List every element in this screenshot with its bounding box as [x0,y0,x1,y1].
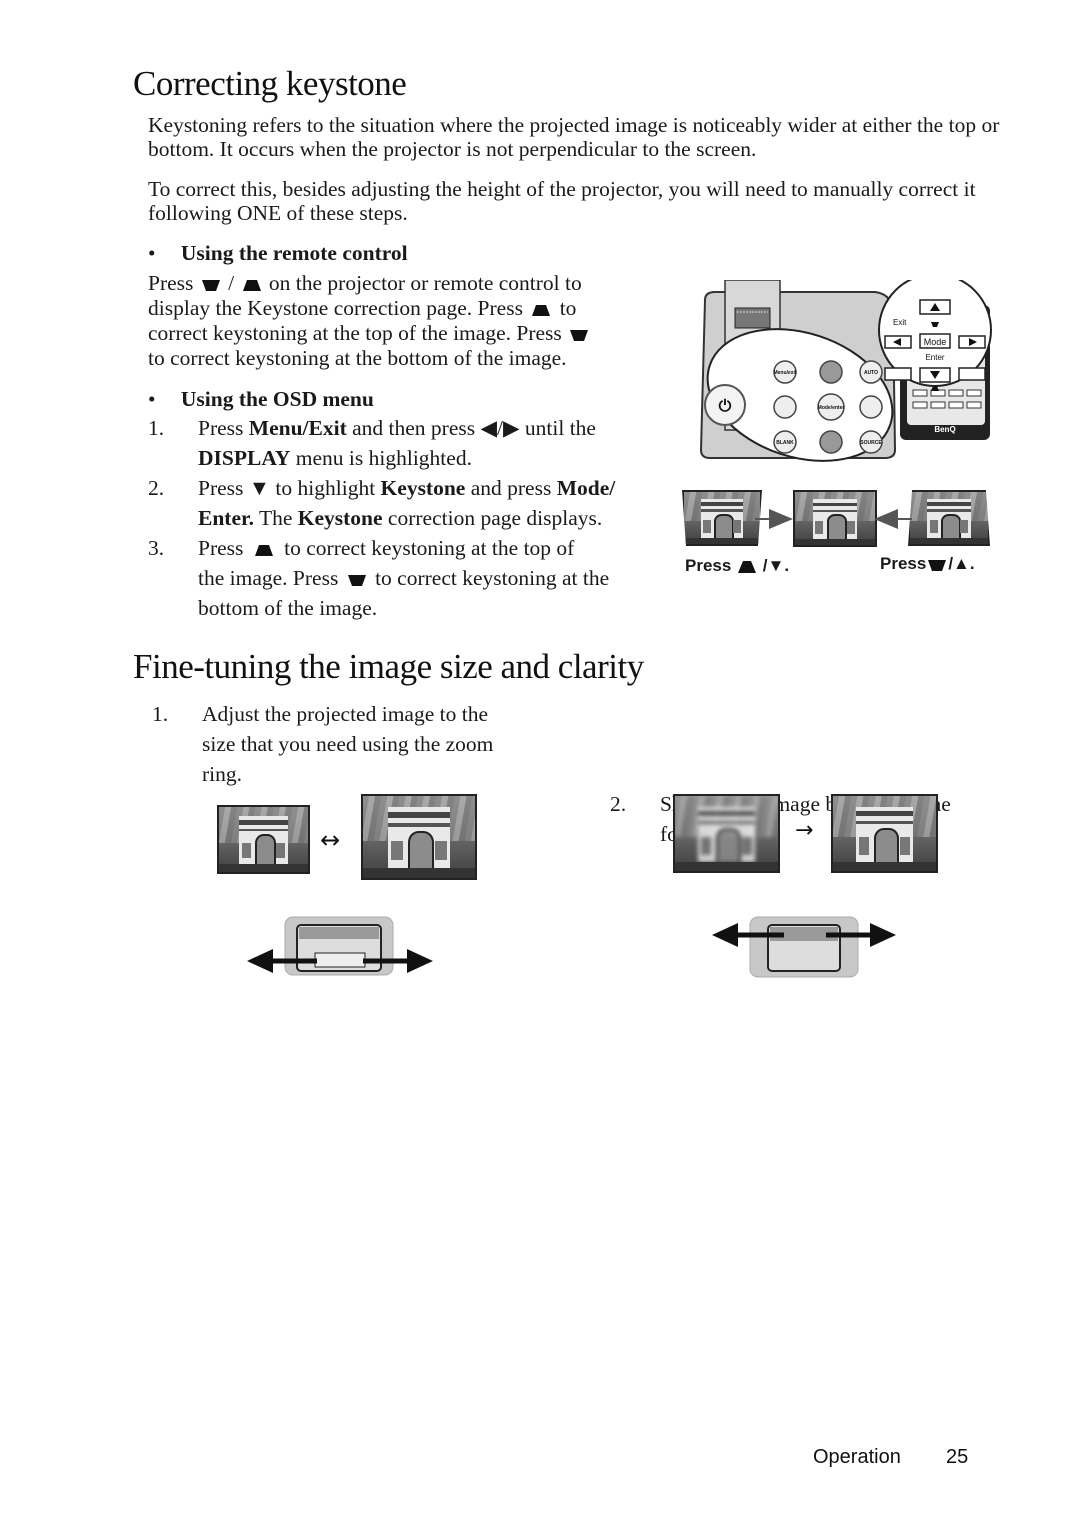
bullet: • [148,387,156,411]
text: and then press ◀/▶ until the [346,416,596,440]
text: display the Keystone correction page. Pr… [148,296,523,320]
bullet: • [148,241,156,265]
menu-exit-key: Menu/Exit [248,416,347,440]
keystone-intro-2: To correct this, besides adjusting the h… [148,177,976,225]
projector-control-panel-illustration: BenQ Mode Enter Exit ⏻ Menu/exit AUTO Mo… [699,280,992,462]
text: ring. [202,762,243,786]
step-number: 1. [148,416,165,440]
keystone-down-key-icon [928,559,947,571]
text: and press [465,476,557,500]
text: the image. Press [198,566,339,590]
focus-ring-illustration [712,916,896,978]
enter-key: Enter. [198,506,254,530]
text: to correct keystoning at the bottom of t… [148,346,567,370]
mode-key: Mode/ [556,476,616,500]
menu-exit-button-label: Menu/exit [773,370,796,376]
text: on the projector or remote control to [268,271,582,295]
remote-brand-label: BenQ [934,425,955,434]
caption-press-left: Press /▼. [685,556,789,576]
text: Press [198,416,249,440]
keystone-intro-1: Keystoning refers to the situation where… [148,113,1000,161]
osd-step-1: 1. Press Menu/Exit and then press ◀/▶ un… [148,413,668,473]
text: Press [198,536,244,560]
power-icon: ⏻ [719,396,732,415]
remote-exit-label: Exit [893,318,907,327]
source-button-label: SOURCE [860,440,882,446]
zoom-ring-illustration [247,916,433,976]
keystone-up-key-icon [254,545,273,557]
remote-heading-row: • Using the remote control [148,241,408,265]
osd-heading-row: • Using the OSD menu [148,387,374,411]
step-number: 3. [148,536,165,560]
keystone-corrected-image [793,490,877,547]
footer-section-name: Operation [813,1446,901,1468]
step-number: 2. [610,792,627,816]
osd-step-2: 2. Press ▼ to highlight Keystone and pre… [148,473,668,533]
text: /▲. [948,554,975,573]
osd-steps: 1. Press Menu/Exit and then press ◀/▶ un… [148,413,668,623]
text: /▼. [762,556,790,575]
keystone-label: Keystone [297,506,383,530]
mode-enter-button-label: Mode/enter [818,405,845,411]
arrow-right-icon [755,509,793,529]
arrow-left-icon [874,509,912,529]
remote-enter-label: Enter [925,353,944,362]
step-number: 1. [152,702,169,726]
caption-press-right: Press /▲. [880,554,975,574]
osd-heading: Using the OSD menu [180,387,374,411]
keystone-down-key-icon [347,575,366,587]
text: to [559,296,577,320]
text: bottom of the image. [198,596,378,620]
step-number: 2. [148,476,165,500]
keystone-down-key-icon [570,330,589,342]
finetune-step-1: 1. Adjust the projected image to the siz… [152,699,592,789]
blank-button-label: BLANK [776,440,794,446]
text: Press [685,556,732,575]
display-menu-label: DISPLAY [198,446,291,470]
keystone-label: Keystone [380,476,466,500]
remote-mode-label: Mode [924,337,947,347]
remote-heading: Using the remote control [180,241,408,265]
text: to correct keystoning at the top of [284,536,575,560]
keystone-up-key-icon [738,560,757,573]
keystone-up-key-icon [532,305,551,317]
zoom-small-image [217,805,310,874]
keystone-top-wide-image [682,490,762,546]
text: correction page displays. [382,506,603,530]
keystone-up-key-icon [242,280,261,292]
focus-sharp-image [831,794,938,873]
text: / [228,271,235,295]
text: Adjust the projected image to the [202,702,488,726]
page-number: 25 [946,1446,969,1468]
text: Press ▼ to highlight [198,476,381,500]
section-title-finetune: Fine-tuning the image size and clarity [133,647,644,686]
text: to correct keystoning at the [375,566,610,590]
zoom-large-image [361,794,477,880]
text: Press [148,271,194,295]
text: size that you need using the zoom [202,732,494,756]
double-arrow-icon: ↔ [320,826,341,854]
text: correct keystoning at the top of the ima… [148,321,562,345]
remote-paragraph: Press / on the projector or remote contr… [148,271,668,371]
arrow-right-icon: → [795,818,814,843]
text: The [253,506,298,530]
text: menu is highlighted. [290,446,472,470]
osd-step-3: 3. Press to correct keystoning at the to… [148,533,668,623]
auto-button-label: AUTO [864,370,878,376]
focus-blurred-image [673,794,780,873]
text: Press [880,554,927,573]
keystone-bottom-wide-image [908,490,990,546]
section-title-keystone: Correcting keystone [133,64,407,103]
keystone-down-key-icon [201,280,220,292]
